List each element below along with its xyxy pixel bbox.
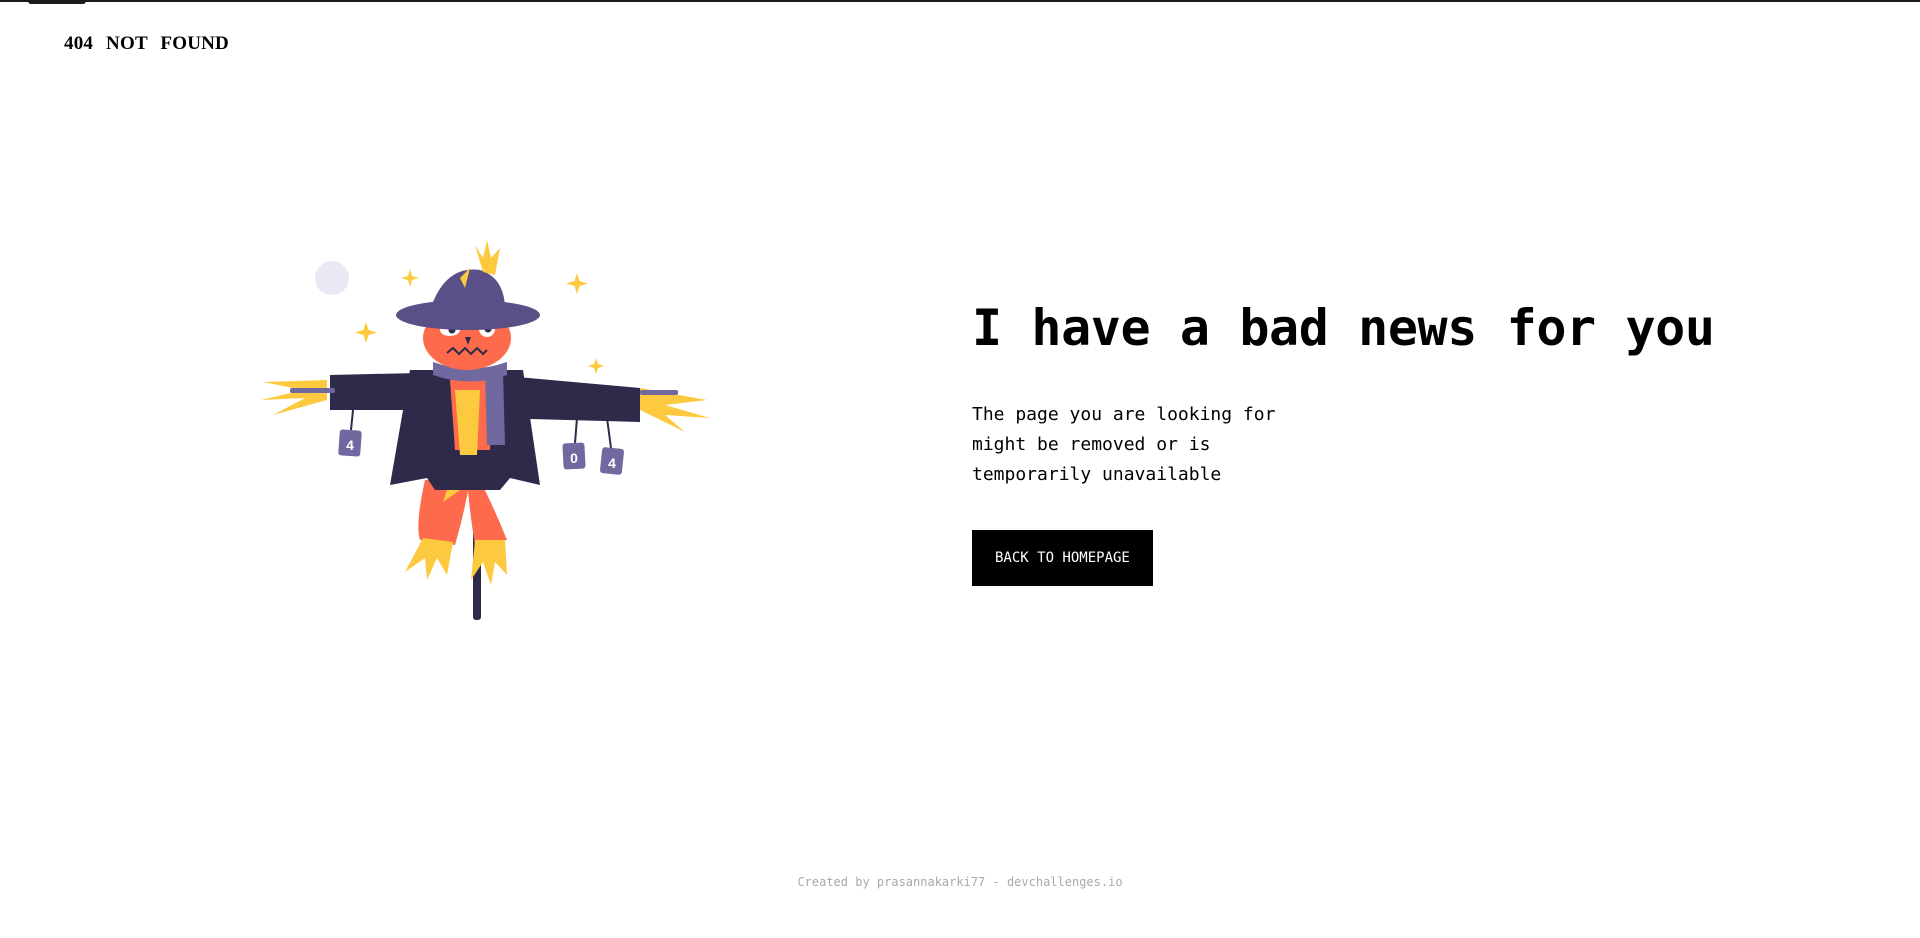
- can-label-3: 4: [608, 455, 616, 471]
- page-title: I have a bad news for you: [972, 299, 1715, 357]
- brand-logo[interactable]: 404 NOT FOUND: [64, 33, 229, 55]
- can-label-1: 4: [346, 437, 354, 453]
- error-message: The page you are looking for might be re…: [972, 404, 1276, 485]
- back-to-homepage-button[interactable]: BACK TO HOMEPAGE: [972, 530, 1153, 586]
- footer-credit[interactable]: Created by prasannakarki77 - devchalleng…: [0, 875, 1920, 889]
- top-tab-indicator: [28, 0, 86, 4]
- scarecrow-illustration: 4 0 4: [255, 240, 720, 625]
- top-border: [0, 0, 1920, 2]
- error-content: I have a bad news for you The page you a…: [972, 298, 1732, 586]
- can-label-2: 0: [570, 450, 578, 466]
- moon-icon: [315, 261, 349, 295]
